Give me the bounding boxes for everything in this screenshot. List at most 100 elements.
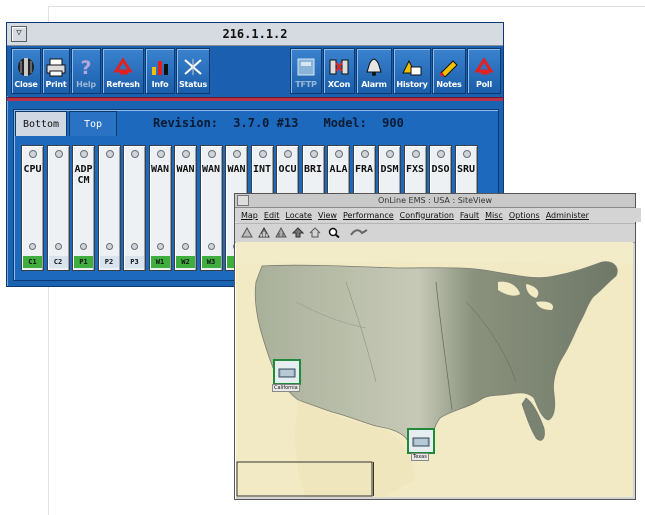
- slot-led-top: [156, 150, 165, 158]
- menu-administer[interactable]: Administer: [546, 211, 589, 220]
- site-texas-icon[interactable]: [407, 428, 435, 454]
- site-texas-label: Texas: [411, 453, 429, 461]
- model-label: Model:: [323, 116, 367, 130]
- map-canvas[interactable]: California Texas: [236, 242, 633, 497]
- network-icon: [258, 227, 270, 238]
- card-type-label: ALA: [329, 164, 348, 175]
- svg-text:?: ?: [80, 57, 91, 77]
- card-type-label: INT: [252, 164, 272, 175]
- toolbar-separator: [7, 97, 503, 101]
- card-type-label: BRI: [303, 164, 323, 175]
- xcon-button[interactable]: XCon: [323, 48, 355, 94]
- device-window-titlebar[interactable]: ▽ 216.1.1.2: [7, 23, 503, 46]
- tftp-icon: [297, 58, 315, 76]
- tab-bottom[interactable]: Bottom: [15, 111, 67, 136]
- slot-led-top: [131, 150, 139, 158]
- network-alt-button[interactable]: [274, 226, 288, 239]
- home-button[interactable]: [308, 226, 322, 239]
- card-slot[interactable]: C2: [46, 145, 70, 271]
- slot-led-top: [233, 150, 241, 158]
- zoom-button[interactable]: [327, 226, 341, 239]
- revision-model-info: Revision: 3.7.0 #13 Model: 900: [153, 116, 412, 130]
- card-type-label: DSO: [431, 164, 450, 175]
- xcon-icon: [329, 59, 349, 75]
- card-slot[interactable]: P3: [123, 145, 146, 271]
- history-label: History: [396, 80, 428, 89]
- window-menu-button[interactable]: ▽: [11, 26, 27, 42]
- slot-led-top: [29, 150, 37, 158]
- poll-label: Poll: [475, 80, 493, 89]
- window-menu-button[interactable]: [237, 195, 249, 206]
- siteview-title: OnLine EMS : USA : SiteView: [377, 196, 493, 205]
- slot-led-top: [207, 150, 216, 158]
- close-button[interactable]: Close: [11, 48, 41, 94]
- alarm-icon: [366, 58, 382, 76]
- card-type-label: WAN: [227, 164, 246, 175]
- slot-led-bottom: [131, 243, 138, 250]
- menu-view[interactable]: View: [318, 211, 337, 220]
- status-button[interactable]: Status: [176, 48, 210, 94]
- menu-options[interactable]: Options: [509, 211, 540, 220]
- poll-button[interactable]: Poll: [467, 48, 501, 94]
- slot-led-top: [462, 150, 471, 158]
- slot-led-top: [80, 150, 88, 158]
- xcon-label: XCon: [327, 80, 351, 89]
- site-california-label: California: [272, 384, 300, 392]
- menu-configuration[interactable]: Configuration: [400, 211, 454, 220]
- link-button[interactable]: [349, 226, 369, 239]
- close-label: Close: [14, 80, 38, 89]
- network-button[interactable]: [257, 226, 271, 239]
- tab-top[interactable]: Top: [69, 111, 117, 136]
- card-type-label: SRU: [456, 164, 476, 175]
- notes-label: Notes: [436, 80, 462, 89]
- menu-performance[interactable]: Performance: [343, 211, 394, 220]
- tab-bottom-label: Bottom: [22, 118, 60, 130]
- slot-led-bottom: [156, 243, 164, 250]
- history-button[interactable]: History: [393, 48, 431, 94]
- siteview-titlebar[interactable]: OnLine EMS : USA : SiteView: [235, 194, 635, 208]
- print-label: Print: [45, 80, 67, 89]
- slot-led-top: [360, 150, 369, 158]
- up-arrow-icon: [292, 227, 304, 238]
- card-slot[interactable]: WAN W3: [199, 145, 223, 271]
- menu-fault[interactable]: Fault: [460, 211, 479, 220]
- alarm-label: Alarm: [361, 80, 387, 89]
- card-type-label: DSM: [380, 164, 399, 175]
- notes-button[interactable]: Notes: [432, 48, 466, 94]
- print-button[interactable]: Print: [42, 48, 70, 94]
- siteview-toolbar: [235, 223, 635, 243]
- slot-led-bottom: [29, 243, 36, 250]
- notes-icon: [439, 60, 458, 77]
- card-slot[interactable]: WAN W1: [148, 145, 172, 271]
- slot-led-bottom: [182, 243, 189, 250]
- router-icon: [278, 368, 296, 378]
- slot-led-top: [105, 150, 114, 158]
- select-button[interactable]: [240, 226, 254, 239]
- slot-id-label: P3: [125, 256, 144, 268]
- card-slot[interactable]: WAN W2: [174, 145, 197, 271]
- menu-locate[interactable]: Locate: [285, 211, 312, 220]
- link-icon: [350, 229, 368, 236]
- card-slot[interactable]: CPU C1: [21, 145, 44, 271]
- card-slot[interactable]: P2: [97, 145, 121, 271]
- card-type-label: WAN: [150, 164, 170, 175]
- revision-value: 3.7.0 #13: [233, 116, 299, 130]
- close-icon: [18, 58, 34, 76]
- help-label: Help: [76, 80, 96, 89]
- site-california-icon[interactable]: [273, 359, 301, 385]
- slot-led-top: [437, 150, 445, 158]
- refresh-button[interactable]: Refresh: [102, 48, 144, 94]
- menu-map[interactable]: Map: [241, 211, 258, 220]
- menu-misc[interactable]: Misc: [485, 211, 503, 220]
- slot-led-top: [258, 150, 267, 158]
- menu-edit[interactable]: Edit: [264, 211, 280, 220]
- status-icon: [184, 59, 202, 75]
- network-alt-icon: [275, 227, 287, 238]
- revision-label: Revision:: [153, 116, 219, 130]
- tftp-button[interactable]: TFTP: [290, 48, 322, 94]
- alarm-button[interactable]: Alarm: [356, 48, 392, 94]
- up-button[interactable]: [291, 226, 305, 239]
- card-slot[interactable]: ADPCM P1: [72, 145, 95, 271]
- info-button[interactable]: Info: [145, 48, 175, 94]
- help-button[interactable]: ? Help: [71, 48, 101, 94]
